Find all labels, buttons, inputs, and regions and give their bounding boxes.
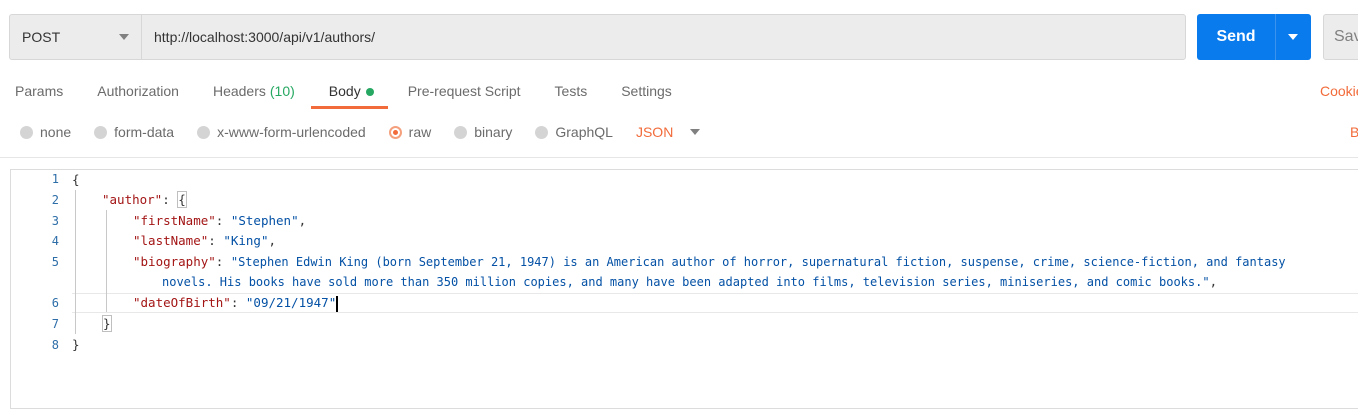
- radio-label: GraphQL: [555, 124, 613, 140]
- body-type-options: none form-data x-www-form-urlencoded raw…: [20, 124, 701, 140]
- code-line: "firstName": "Stephen",: [133, 213, 307, 228]
- line-number: 4: [51, 234, 59, 248]
- status-dot-icon: [365, 88, 374, 96]
- send-label: Send: [1216, 28, 1256, 45]
- code-line: "lastName": "King",: [133, 233, 277, 248]
- headers-count-badge: (10): [269, 83, 295, 99]
- tab-label: Tests: [554, 83, 588, 99]
- code-line: {: [72, 172, 80, 187]
- tab-headers[interactable]: Headers (10): [213, 83, 295, 109]
- tab-label: Settings: [621, 83, 672, 99]
- tab-authorization[interactable]: Authorization: [97, 83, 179, 109]
- body-type-raw[interactable]: raw: [388, 124, 432, 140]
- code-line: "author": {: [102, 191, 187, 208]
- radio-label: binary: [474, 124, 513, 140]
- beautify-link[interactable]: Beautify: [1350, 124, 1358, 140]
- text-cursor: [336, 295, 339, 312]
- radio-label: raw: [408, 124, 432, 140]
- line-number: 1: [51, 172, 59, 186]
- chevron-down-icon[interactable]: [690, 129, 701, 135]
- body-type-form-data[interactable]: form-data: [94, 124, 174, 140]
- body-type-graphql[interactable]: GraphQL: [535, 124, 613, 140]
- url-text: http://localhost:3000/api/v1/authors/: [154, 29, 376, 45]
- code-content: { "author": { "firstName": "Stephen", "l…: [72, 170, 1286, 352]
- indent-guide: [106, 210, 107, 312]
- radio-icon: [20, 125, 33, 139]
- cookies-link[interactable]: Cookies: [1320, 83, 1358, 99]
- tab-label: Authorization: [97, 83, 179, 99]
- tab-body[interactable]: Body: [310, 83, 388, 109]
- line-number: 2: [51, 193, 59, 207]
- code-line: "biography": "Stephen Edwin King (born S…: [133, 254, 1286, 269]
- method-select[interactable]: POST: [9, 14, 141, 60]
- line-number: 5: [51, 255, 59, 269]
- tab-settings[interactable]: Settings: [621, 83, 672, 109]
- divider: [0, 157, 1358, 158]
- body-type-urlencoded[interactable]: x-www-form-urlencoded: [197, 124, 366, 140]
- save-label: Save: [1334, 28, 1358, 45]
- line-number: 8: [51, 338, 59, 352]
- tab-label: Pre-request Script: [407, 83, 521, 99]
- url-input[interactable]: http://localhost:3000/api/v1/authors/: [141, 14, 1186, 60]
- radio-selected-icon: [388, 125, 402, 139]
- radio-icon: [454, 125, 468, 139]
- send-options-dropdown[interactable]: [1276, 14, 1311, 60]
- code-line: }: [102, 315, 112, 332]
- method-label: POST: [22, 29, 61, 45]
- code-editor[interactable]: 1 2 3 4 5 6 7 8 { "author": { "firstName…: [10, 169, 1358, 409]
- body-language-select[interactable]: JSON: [636, 124, 673, 140]
- radio-icon: [197, 125, 211, 139]
- tab-label: Body: [328, 83, 361, 99]
- chevron-down-icon: [1288, 34, 1298, 40]
- tab-params[interactable]: Params: [15, 83, 63, 109]
- radio-icon: [535, 125, 549, 139]
- line-number: 6: [51, 296, 59, 310]
- radio-label: x-www-form-urlencoded: [217, 124, 366, 140]
- body-type-binary[interactable]: binary: [454, 124, 512, 140]
- radio-label: none: [40, 124, 72, 140]
- radio-label: form-data: [114, 124, 175, 140]
- send-button[interactable]: Send: [1197, 14, 1311, 60]
- chevron-down-icon: [119, 34, 129, 40]
- line-number: 3: [51, 214, 59, 228]
- tab-label: Headers: [212, 83, 266, 99]
- code-line: novels. His books have sold more than 35…: [162, 274, 1218, 289]
- code-line: }: [72, 337, 80, 352]
- tab-pre-request-script[interactable]: Pre-request Script: [408, 83, 521, 109]
- line-number: 7: [51, 317, 59, 331]
- body-type-none[interactable]: none: [20, 124, 71, 140]
- request-tabs: Params Authorization Headers (10) Body Pr…: [15, 83, 706, 109]
- save-button[interactable]: Save: [1323, 14, 1358, 60]
- tab-tests[interactable]: Tests: [555, 83, 588, 109]
- tab-label: Params: [15, 83, 64, 99]
- code-line: "dateOfBirth": "09/21/1947": [133, 295, 339, 312]
- radio-icon: [94, 125, 108, 139]
